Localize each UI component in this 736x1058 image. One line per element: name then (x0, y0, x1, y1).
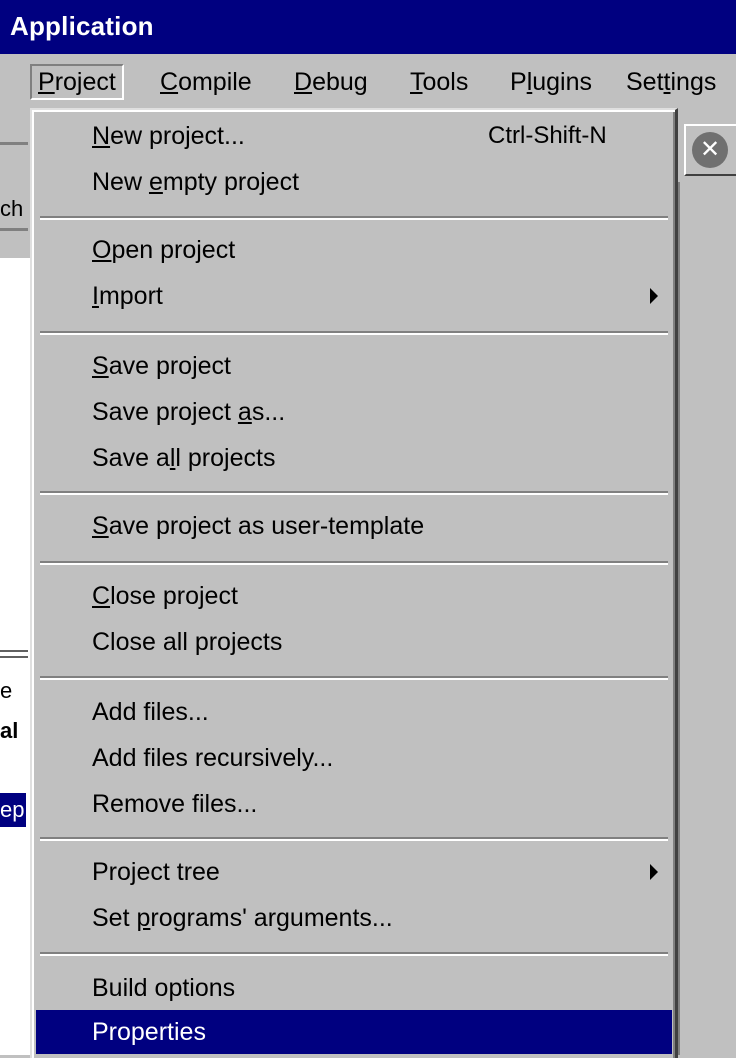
menu-item-new-empty-project[interactable]: New empty project (36, 160, 672, 204)
close-icon[interactable]: ✕ (692, 132, 728, 168)
menu-tools[interactable]: Tools (404, 64, 474, 100)
menu-settings[interactable]: Settings (620, 64, 722, 100)
window-title: Application (10, 11, 154, 41)
menu-mnemonic: D (294, 68, 313, 96)
menu-separator (40, 676, 668, 680)
shortcut-label: Ctrl-Shift-N (488, 122, 607, 149)
menu-label-post: ugins (532, 68, 593, 96)
label-pre: New (92, 168, 149, 196)
label-post: s... (251, 398, 286, 426)
menu-project[interactable]: Project (30, 64, 124, 100)
menu-separator (40, 837, 668, 841)
menu-mnemonic: C (160, 68, 179, 96)
submenu-arrow-icon (650, 288, 658, 304)
menu-item-close-project[interactable]: Close project (36, 574, 672, 618)
menu-item-set-programs-arguments[interactable]: Set programs' arguments... (36, 896, 672, 940)
label-mnemonic: O (92, 236, 112, 264)
menu-mnemonic: P (38, 68, 55, 96)
label-post: l projects (175, 444, 276, 472)
label-post: mport (98, 282, 163, 310)
label-mnemonic: S (92, 512, 109, 540)
label: Add files... (92, 698, 209, 726)
menu-item-save-project[interactable]: Save project (36, 344, 672, 388)
left-panel-selection[interactable]: ep (0, 793, 26, 827)
menu-item-project-tree[interactable]: Project tree (36, 850, 672, 894)
menu-label-post: ompile (178, 68, 252, 96)
label-mnemonic: p (136, 904, 151, 932)
label-mnemonic: e (148, 168, 163, 196)
menu-item-save-all-projects[interactable]: Save all projects (36, 436, 672, 480)
label: Build options (92, 974, 236, 1002)
menu-item-import[interactable]: Import (36, 274, 672, 318)
label: Add files recursively... (92, 744, 334, 772)
menu-debug[interactable]: Debug (288, 64, 374, 100)
menu-item-close-all-projects[interactable]: Close all projects (36, 620, 672, 664)
panel-splitter[interactable] (0, 650, 28, 658)
label-mnemonic: I (92, 282, 99, 310)
menu-separator (40, 561, 668, 565)
label: Close all projects (92, 628, 283, 656)
menu-separator (40, 491, 668, 495)
project-dropdown-menu: New project... Ctrl-Shift-N New empty pr… (30, 108, 678, 1058)
label-pre: Save project (92, 398, 238, 426)
label-post: ave project (108, 352, 231, 380)
label-mnemonic: N (92, 122, 111, 150)
menu-item-build-options[interactable]: Build options (36, 966, 672, 1010)
label-post: lose project (110, 582, 238, 610)
left-panel-text: e (0, 678, 13, 703)
label: Properties (92, 1018, 206, 1046)
left-panel-selected-text: ep (0, 797, 25, 822)
menu-item-remove-files[interactable]: Remove files... (36, 782, 672, 826)
menu-item-add-files-recursively[interactable]: Add files recursively... (36, 736, 672, 780)
menu-item-save-as-user-template[interactable]: Save project as user-template (36, 504, 672, 548)
menu-label-pre: Set (626, 68, 664, 96)
menu-label-post: ings (670, 68, 717, 96)
label: Project tree (92, 858, 220, 886)
menu-label-post: ools (422, 68, 469, 96)
label-mnemonic: C (92, 582, 111, 610)
left-panel-text: ch (0, 196, 24, 221)
menu-item-open-project[interactable]: Open project (36, 228, 672, 272)
menu-separator (40, 216, 668, 220)
menu-item-save-project-as[interactable]: Save project as... (36, 390, 672, 434)
menu-item-new-project[interactable]: New project... Ctrl-Shift-N (36, 114, 672, 158)
label-pre: Save a (92, 444, 170, 472)
menu-mnemonic: T (410, 68, 423, 96)
menu-item-properties[interactable]: Properties (36, 1010, 672, 1054)
editor-area (678, 182, 736, 1055)
label-post: ave project as user-template (108, 512, 425, 540)
menu-separator (40, 331, 668, 335)
menu-label-pre: P (510, 68, 527, 96)
label-mnemonic: a (237, 398, 252, 426)
label-pre: Set (92, 904, 137, 932)
menu-label-post: ebug (312, 68, 368, 96)
title-bar: Application (0, 0, 736, 54)
menu-item-add-files[interactable]: Add files... (36, 690, 672, 734)
menu-separator (40, 952, 668, 956)
menu-compile[interactable]: Compile (154, 64, 258, 100)
label-post: ew project... (110, 122, 245, 150)
left-panel-text: al (0, 718, 19, 743)
menu-label-post: roject (54, 68, 116, 96)
label: Remove files... (92, 790, 258, 818)
label-post: mpty project (162, 168, 300, 196)
label-post: rograms' arguments... (150, 904, 393, 932)
label-post: pen project (111, 236, 236, 264)
toolbar-divider (0, 142, 28, 145)
menu-bar: Project Compile Debug Tools Plugins Sett… (0, 54, 736, 110)
toolbar-divider (0, 228, 28, 231)
menu-plugins[interactable]: Plugins (504, 64, 598, 100)
submenu-arrow-icon (650, 864, 658, 880)
label-mnemonic: S (92, 352, 109, 380)
